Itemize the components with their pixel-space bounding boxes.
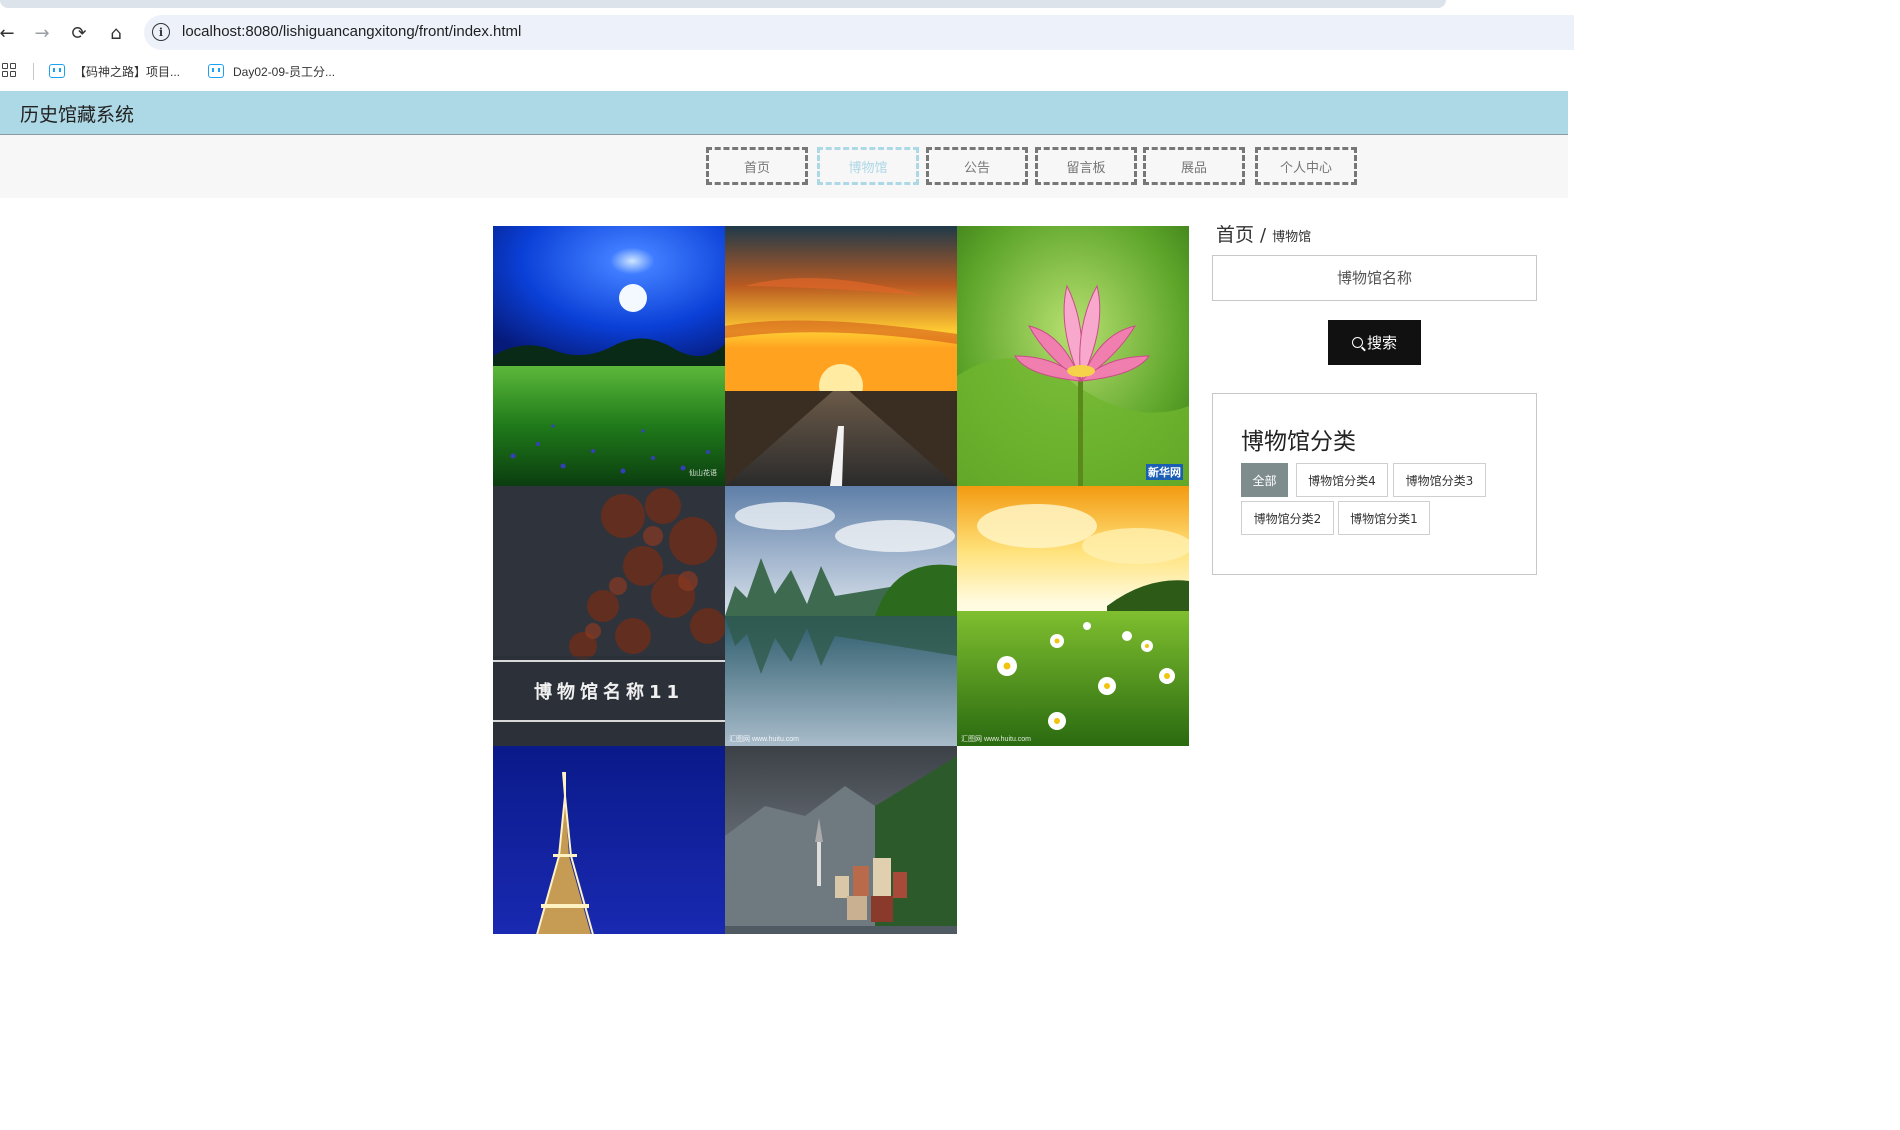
site-info-icon[interactable]: i xyxy=(152,23,170,41)
reload-icon: ⟳ xyxy=(71,22,87,44)
bookmark-label: 【码神之路】项目... xyxy=(74,64,181,79)
search-icon xyxy=(1351,337,1363,348)
breadcrumb-separator: / xyxy=(1260,225,1267,246)
breadcrumb-current: 博物馆 xyxy=(1272,230,1312,245)
category-tag-2[interactable]: 博物馆分类2 xyxy=(1241,501,1334,535)
category-panel: 博物馆分类 全部 博物馆分类4 博物馆分类3 博物馆分类2 博物馆分类1 xyxy=(1212,393,1537,575)
search-button-label: 搜索 xyxy=(1366,334,1397,352)
bookmark-item-2[interactable]: Day02-09-员工分... xyxy=(208,61,335,81)
nav-museum[interactable]: 博物馆 xyxy=(817,147,919,185)
browser-toolbar: ← → ⟳ ⌂ i localhost:8080/lishiguancangxi… xyxy=(0,14,1574,54)
bookmark-item-1[interactable]: 【码神之路】项目... xyxy=(49,61,180,81)
site-title: 历史馆藏系统 xyxy=(20,105,135,126)
home-icon: ⌂ xyxy=(110,22,122,44)
breadcrumb: 首页 / 博物馆 xyxy=(1216,220,1311,247)
site-header: 历史馆藏系统 xyxy=(0,91,1568,135)
back-icon: ← xyxy=(0,22,15,44)
back-button[interactable]: ← xyxy=(0,20,20,46)
category-tag-1[interactable]: 博物馆分类1 xyxy=(1338,501,1430,535)
museum-card-8[interactable] xyxy=(725,746,957,934)
category-tag-all[interactable]: 全部 xyxy=(1241,463,1288,497)
museum-card-4[interactable]: 博物馆名称11 xyxy=(493,486,725,746)
category-title: 博物馆分类 xyxy=(1241,429,1356,455)
browser-tab-strip xyxy=(0,0,1568,14)
museum-card-6[interactable]: 汇图网 www.huitu.com xyxy=(957,486,1189,746)
sunset-road-image xyxy=(725,226,957,486)
address-bar[interactable]: i localhost:8080/lishiguancangxitong/fro… xyxy=(144,15,1574,50)
main-nav: 首页 博物馆 公告 留言板 展品 个人中心 xyxy=(0,135,1568,198)
image-watermark: 新华网 xyxy=(1146,464,1183,480)
category-tag-4[interactable]: 博物馆分类4 xyxy=(1296,463,1388,497)
nav-exhibits[interactable]: 展品 xyxy=(1143,147,1245,185)
museum-card-3[interactable]: 新华网 xyxy=(957,226,1189,486)
bookmarks-bar: 【码神之路】项目... Day02-09-员工分... xyxy=(0,54,1568,90)
nav-home[interactable]: 首页 xyxy=(706,147,808,185)
bilibili-icon xyxy=(208,64,224,78)
museum-name-search-input[interactable] xyxy=(1212,255,1537,301)
search-button[interactable]: 搜索 xyxy=(1328,320,1421,365)
museum-card-7[interactable] xyxy=(493,746,725,934)
daisy-field-image xyxy=(957,486,1189,746)
image-watermark: 仙山花语 xyxy=(689,470,717,477)
nav-notice[interactable]: 公告 xyxy=(926,147,1028,185)
museum-card-1[interactable]: 仙山花语 xyxy=(493,226,725,486)
moonlit-meadow-image xyxy=(493,226,725,486)
lakeside-village-image xyxy=(725,746,957,934)
tab-edge xyxy=(0,0,1446,8)
forward-button[interactable]: → xyxy=(29,20,55,46)
url-text[interactable]: localhost:8080/lishiguancangxitong/front… xyxy=(182,23,521,40)
museum-card-caption: 博物馆名称11 xyxy=(493,660,725,722)
museum-card-2[interactable] xyxy=(725,226,957,486)
karst-lake-image xyxy=(725,486,957,746)
museum-card-5[interactable]: 汇图网 www.huitu.com xyxy=(725,486,957,746)
home-button[interactable]: ⌂ xyxy=(103,20,129,46)
apps-grid-icon[interactable] xyxy=(2,63,18,79)
eiffel-tower-image xyxy=(493,746,725,934)
nav-profile[interactable]: 个人中心 xyxy=(1255,147,1357,185)
bilibili-icon xyxy=(49,64,65,78)
bookmark-label: Day02-09-员工分... xyxy=(233,64,336,79)
category-tag-3[interactable]: 博物馆分类3 xyxy=(1393,463,1486,497)
nav-message-board[interactable]: 留言板 xyxy=(1035,147,1137,185)
image-watermark: 汇图网 www.huitu.com xyxy=(729,736,800,743)
lotus-flower-image xyxy=(957,226,1189,486)
forward-icon: → xyxy=(34,22,50,44)
bookmarks-divider xyxy=(33,63,34,80)
reload-button[interactable]: ⟳ xyxy=(66,20,92,46)
image-watermark: 汇图网 www.huitu.com xyxy=(961,736,1032,743)
breadcrumb-home[interactable]: 首页 xyxy=(1216,220,1254,247)
